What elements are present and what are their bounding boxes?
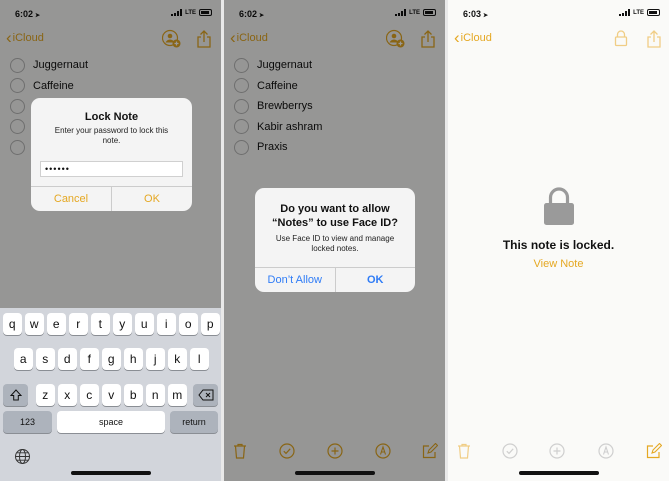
- key-f[interactable]: f: [79, 348, 99, 370]
- nav-bar: ‹ iCloud: [448, 28, 669, 50]
- locked-message: This note is locked.: [502, 238, 615, 252]
- key-z[interactable]: z: [35, 384, 55, 406]
- key-q[interactable]: q: [2, 313, 22, 335]
- screen-note-locked: 6:03 ➤ LTE ‹ iCloud This note is locked. …: [448, 0, 669, 481]
- delete-key[interactable]: [193, 384, 218, 406]
- numbers-key[interactable]: 123: [3, 411, 52, 433]
- share-icon[interactable]: [646, 29, 662, 54]
- password-field[interactable]: ••••••: [40, 161, 183, 177]
- keyboard: qwertyuiop asdfghjkl zxcvbnm 123 space r…: [0, 308, 221, 481]
- status-bar: 6:03 ➤ LTE: [448, 0, 669, 26]
- home-indicator: [518, 471, 599, 475]
- key-p[interactable]: p: [200, 313, 220, 335]
- screen-lock-note: 6:02 ➤ LTE ‹ iCloud Juggernaut Caffeine L…: [0, 0, 221, 481]
- key-l[interactable]: l: [189, 348, 209, 370]
- dialog-message: Use Face ID to view and manage locked no…: [275, 234, 395, 253]
- dont-allow-button[interactable]: Don’t Allow: [255, 268, 335, 292]
- key-v[interactable]: v: [101, 384, 121, 406]
- markup-icon[interactable]: [598, 443, 614, 464]
- key-o[interactable]: o: [178, 313, 198, 335]
- key-k[interactable]: k: [167, 348, 187, 370]
- key-j[interactable]: j: [145, 348, 165, 370]
- key-y[interactable]: y: [112, 313, 132, 335]
- shift-key[interactable]: [3, 384, 28, 406]
- key-x[interactable]: x: [57, 384, 77, 406]
- key-a[interactable]: a: [13, 348, 33, 370]
- cancel-button[interactable]: Cancel: [31, 187, 111, 211]
- key-w[interactable]: w: [24, 313, 44, 335]
- add-icon[interactable]: [549, 443, 565, 464]
- locked-lock-icon: [448, 185, 669, 232]
- ok-button[interactable]: OK: [334, 268, 416, 292]
- key-r[interactable]: r: [68, 313, 88, 335]
- key-i[interactable]: i: [156, 313, 176, 335]
- dialog-title: Lock Note: [84, 111, 139, 123]
- dialog-message: Enter your password to lock this note.: [54, 126, 169, 145]
- home-indicator: [70, 471, 151, 475]
- lock-note-dialog: Lock Note Enter your password to lock th…: [31, 98, 192, 211]
- lock-icon[interactable]: [614, 29, 628, 52]
- face-id-permission-dialog: Do you want to allow “Notes” to use Face…: [255, 188, 415, 292]
- view-note-button[interactable]: View Note: [448, 258, 669, 270]
- signal-icon: [619, 9, 631, 16]
- space-key[interactable]: space: [57, 411, 165, 433]
- dialog-buttons: Cancel OK: [31, 186, 192, 211]
- key-b[interactable]: b: [123, 384, 143, 406]
- key-m[interactable]: m: [167, 384, 187, 406]
- key-u[interactable]: u: [134, 313, 154, 335]
- shift-icon: [9, 389, 22, 401]
- chevron-left-icon: ‹: [454, 28, 460, 47]
- delete-key-icon: [197, 389, 213, 401]
- ok-button[interactable]: OK: [111, 187, 192, 211]
- home-indicator: [294, 471, 375, 475]
- key-t[interactable]: t: [90, 313, 110, 335]
- key-d[interactable]: d: [57, 348, 77, 370]
- return-key[interactable]: return: [170, 411, 218, 433]
- screen-face-id-prompt: 6:02 ➤ LTE ‹ iCloud Juggernaut Caffeine B…: [224, 0, 445, 481]
- status-time: 6:03 ➤: [463, 9, 489, 19]
- battery-icon: [647, 9, 660, 16]
- key-h[interactable]: h: [123, 348, 143, 370]
- location-icon: ➤: [483, 13, 489, 19]
- key-c[interactable]: c: [79, 384, 99, 406]
- back-label: iCloud: [460, 31, 492, 44]
- key-e[interactable]: e: [46, 313, 66, 335]
- key-g[interactable]: g: [101, 348, 121, 370]
- dialog-buttons: Don’t Allow OK: [255, 267, 415, 292]
- bottom-toolbar: [448, 442, 669, 459]
- dialog-title: Do you want to allow “Notes” to use Face…: [272, 203, 398, 229]
- globe-icon[interactable]: [14, 448, 31, 470]
- trash-icon[interactable]: [457, 443, 471, 464]
- key-n[interactable]: n: [145, 384, 165, 406]
- key-s[interactable]: s: [35, 348, 55, 370]
- network-type: LTE: [633, 9, 644, 16]
- compose-icon[interactable]: [646, 442, 663, 464]
- checklist-icon[interactable]: [502, 443, 518, 464]
- back-button[interactable]: ‹ iCloud: [454, 28, 492, 47]
